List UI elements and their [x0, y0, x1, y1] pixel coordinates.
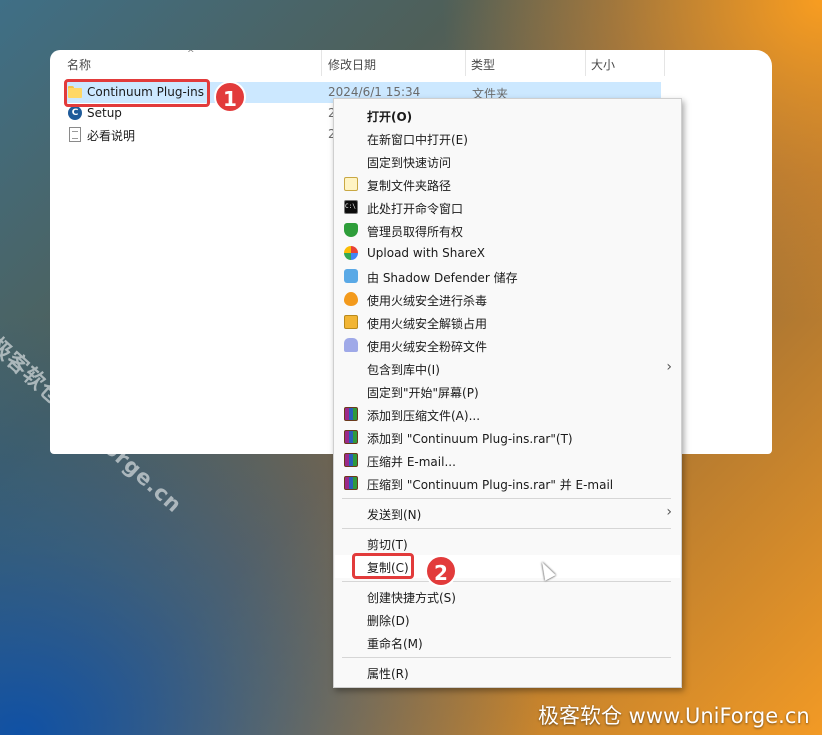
sort-ascending-icon: ^ — [187, 50, 195, 59]
column-divider[interactable] — [585, 50, 586, 76]
menu-item-label: 添加到 "Continuum Plug-ins.rar"(T) — [367, 432, 573, 446]
shadow-defender-icon — [344, 269, 358, 283]
menu-item-huorong-scan[interactable]: 使用火绒安全进行杀毒 — [335, 288, 680, 311]
submenu-arrow-icon: › — [666, 359, 672, 375]
menu-item-create-shortcut[interactable]: 创建快捷方式(S) — [335, 585, 680, 608]
menu-item-take-ownership[interactable]: 管理员取得所有权 — [335, 219, 680, 242]
menu-item-add-to-archive[interactable]: 添加到压缩文件(A)... — [335, 403, 680, 426]
menu-item-send-to[interactable]: 发送到(N) › — [335, 502, 680, 525]
menu-item-label: 删除(D) — [367, 614, 410, 628]
column-divider[interactable] — [664, 50, 665, 76]
menu-item-label: 固定到"开始"屏幕(P) — [367, 386, 479, 400]
copy-path-icon — [344, 177, 358, 191]
menu-item-label: 压缩到 "Continuum Plug-ins.rar" 并 E-mail — [367, 478, 614, 492]
menu-item-open-new-window[interactable]: 在新窗口中打开(E) — [335, 127, 680, 150]
menu-item-include-in-library[interactable]: 包含到库中(I) › — [335, 357, 680, 380]
highlight-box-folder — [64, 79, 210, 107]
menu-separator — [342, 498, 671, 499]
menu-item-label: 使用火绒安全进行杀毒 — [367, 294, 488, 308]
watermark-bottom: 极客软仓 www.UniForge.cn — [538, 704, 810, 728]
step-badge-1: 1 — [214, 81, 246, 113]
menu-item-compress-rar-email[interactable]: 压缩到 "Continuum Plug-ins.rar" 并 E-mail — [335, 472, 680, 495]
shredder-icon — [344, 338, 358, 352]
menu-item-label: 使用火绒安全解锁占用 — [367, 317, 488, 331]
menu-item-label: 重命名(M) — [367, 637, 423, 651]
column-header-type[interactable]: 类型 — [471, 56, 495, 73]
file-modified-date: 2024/6/1 15:34 — [328, 85, 421, 99]
menu-item-label: 压缩并 E-mail... — [367, 455, 456, 469]
menu-item-shadow-defender[interactable]: 由 Shadow Defender 储存 — [335, 265, 680, 288]
menu-separator — [342, 528, 671, 529]
menu-item-upload-sharex[interactable]: Upload with ShareX — [335, 242, 680, 265]
shield-icon — [344, 223, 358, 237]
menu-item-label: 剪切(T) — [367, 538, 408, 552]
column-header-size[interactable]: 大小 — [591, 56, 615, 73]
menu-separator — [342, 657, 671, 658]
menu-item-open[interactable]: 打开(O) — [335, 104, 680, 127]
menu-item-copy-folder-path[interactable]: 复制文件夹路径 — [335, 173, 680, 196]
menu-item-label: 管理员取得所有权 — [367, 225, 464, 239]
winrar-icon — [344, 407, 358, 421]
menu-item-properties[interactable]: 属性(R) — [335, 661, 680, 684]
file-name: 必看说明 — [87, 129, 136, 143]
menu-separator — [342, 581, 671, 582]
menu-item-open-command-window[interactable]: C:\ 此处打开命令窗口 — [335, 196, 680, 219]
column-header-row: ^ 名称 修改日期 类型 大小 — [50, 50, 772, 76]
menu-item-label: 打开(O) — [367, 110, 413, 124]
menu-item-label: 在新窗口中打开(E) — [367, 133, 468, 147]
menu-item-label: Upload with ShareX — [367, 246, 485, 260]
huorong-fire-icon — [344, 292, 358, 306]
menu-item-label: 发送到(N) — [367, 508, 422, 522]
column-header-name[interactable]: 名称 — [67, 56, 91, 73]
menu-item-label: 创建快捷方式(S) — [367, 591, 456, 605]
document-icon — [69, 127, 81, 142]
menu-item-label: 添加到压缩文件(A)... — [367, 409, 481, 423]
winrar-icon — [344, 453, 358, 467]
menu-item-label: 复制文件夹路径 — [367, 179, 452, 193]
menu-item-label: 包含到库中(I) — [367, 363, 440, 377]
sharex-icon — [344, 246, 358, 260]
menu-item-label: 使用火绒安全粉碎文件 — [367, 340, 488, 354]
setup-icon: C — [68, 106, 82, 120]
menu-item-label: 固定到快速访问 — [367, 156, 452, 170]
context-menu: 打开(O) 在新窗口中打开(E) 固定到快速访问 复制文件夹路径 C:\ 此处打… — [333, 98, 682, 688]
menu-item-label: 属性(R) — [367, 667, 409, 681]
file-name: Setup — [87, 106, 122, 120]
menu-item-compress-email[interactable]: 压缩并 E-mail... — [335, 449, 680, 472]
menu-item-pin-quick-access[interactable]: 固定到快速访问 — [335, 150, 680, 173]
menu-item-rename[interactable]: 重命名(M) — [335, 631, 680, 654]
menu-item-huorong-shred[interactable]: 使用火绒安全粉碎文件 — [335, 334, 680, 357]
winrar-icon — [344, 430, 358, 444]
menu-item-huorong-unlock[interactable]: 使用火绒安全解锁占用 — [335, 311, 680, 334]
highlight-box-copy — [352, 553, 414, 579]
column-divider[interactable] — [465, 50, 466, 76]
column-divider[interactable] — [321, 50, 322, 76]
menu-item-add-to-rar[interactable]: 添加到 "Continuum Plug-ins.rar"(T) — [335, 426, 680, 449]
menu-item-label: 此处打开命令窗口 — [367, 202, 464, 216]
menu-item-pin-to-start[interactable]: 固定到"开始"屏幕(P) — [335, 380, 680, 403]
unlock-folder-icon — [344, 315, 358, 329]
step-badge-2: 2 — [425, 555, 457, 587]
menu-item-cut[interactable]: 剪切(T) — [335, 532, 680, 555]
winrar-icon — [344, 476, 358, 490]
submenu-arrow-icon: › — [666, 504, 672, 520]
command-prompt-icon: C:\ — [344, 200, 358, 214]
menu-item-label: 由 Shadow Defender 储存 — [367, 271, 518, 285]
column-header-modified[interactable]: 修改日期 — [328, 56, 376, 73]
menu-item-delete[interactable]: 删除(D) — [335, 608, 680, 631]
